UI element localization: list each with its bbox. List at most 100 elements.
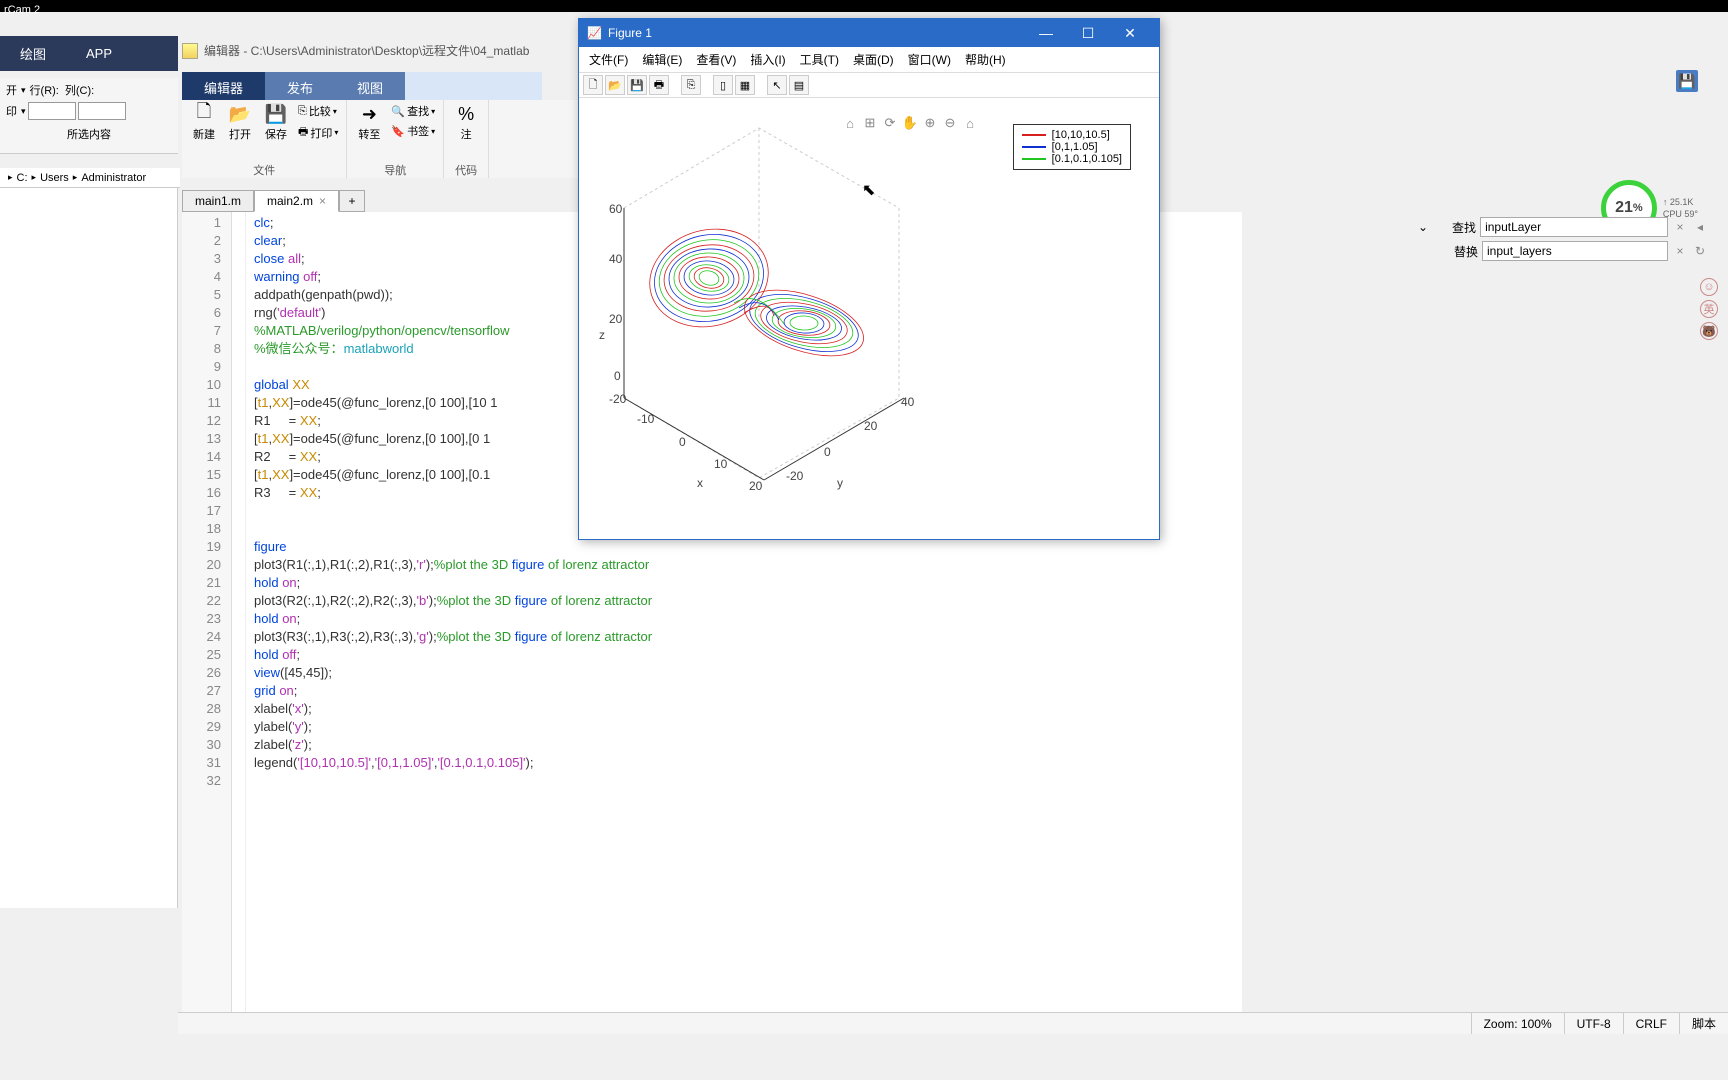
- print-figure-icon[interactable]: 🖶: [649, 75, 669, 95]
- svg-text:20: 20: [864, 419, 878, 433]
- editor-mode-tabs: 编辑器 发布 视图: [182, 72, 542, 100]
- legend-entry: [0,1,1.05]: [1022, 141, 1122, 153]
- lang-icon[interactable]: 英: [1700, 300, 1718, 318]
- new-figure-icon[interactable]: 🗋: [583, 75, 603, 95]
- print-icon: 🖶: [298, 123, 308, 142]
- group-code-label: 代码: [455, 162, 477, 178]
- ribbon-tab-app[interactable]: APP: [66, 36, 132, 71]
- status-encoding[interactable]: UTF-8: [1564, 1013, 1623, 1034]
- fold-column[interactable]: [232, 212, 246, 1012]
- ribbon-tab-plot[interactable]: 绘图: [0, 36, 66, 71]
- compare-icon: ⎘: [298, 105, 307, 118]
- etab-view[interactable]: 视图: [335, 72, 405, 100]
- figure-titlebar[interactable]: 📈 Figure 1 — ☐ ✕: [579, 19, 1159, 47]
- status-eol[interactable]: CRLF: [1623, 1013, 1679, 1034]
- figure-menu-item[interactable]: 插入(I): [744, 49, 791, 70]
- close-button[interactable]: ✕: [1109, 19, 1151, 47]
- svg-text:0: 0: [679, 435, 686, 449]
- find-label: 查找: [1432, 219, 1476, 236]
- bc-users[interactable]: Users: [40, 172, 69, 184]
- print-button[interactable]: 🖶打印▾: [296, 122, 340, 143]
- figure-menu-item[interactable]: 编辑(E): [636, 49, 688, 70]
- figure-axes[interactable]: ⌂ ⊞ ⟳ ✋ ⊕ ⊖ ⌂: [579, 98, 1159, 528]
- selection-label: 所选内容: [4, 126, 174, 142]
- insert-button[interactable]: %注: [450, 100, 482, 144]
- emoji-icon[interactable]: ☺: [1700, 278, 1718, 296]
- goto-button[interactable]: ➜转至: [353, 100, 385, 144]
- new-file-icon: 🗋: [192, 102, 216, 126]
- add-file-tab[interactable]: +: [339, 190, 365, 212]
- mouse-cursor: ⬉: [862, 180, 875, 200]
- x-axis-label: x: [697, 476, 703, 490]
- open-figure-icon[interactable]: 📂: [605, 75, 625, 95]
- chevron-down-icon[interactable]: ⌄: [1418, 220, 1428, 234]
- status-bar: Zoom: 100% UTF-8 CRLF 脚本: [178, 1012, 1728, 1034]
- find-icon: 🔍: [391, 105, 405, 118]
- figure-menu-item[interactable]: 帮助(H): [959, 49, 1012, 70]
- taskbar: [0, 0, 1728, 12]
- editor-title-bar: 编辑器 - C:\Users\Administrator\Desktop\远程文…: [182, 42, 529, 59]
- find-replace-panel: ⌄ 查找 × ◂ 替换 × ↻: [1418, 216, 1708, 264]
- figure-menu-item[interactable]: 查看(V): [690, 49, 742, 70]
- prev-match-icon[interactable]: ◂: [1692, 220, 1708, 234]
- save-figure-icon[interactable]: 💾: [627, 75, 647, 95]
- svg-text:20: 20: [749, 479, 763, 493]
- bookmark-icon: 🔖: [391, 125, 405, 138]
- save-icon: 💾: [264, 102, 288, 126]
- figure-window[interactable]: 📈 Figure 1 — ☐ ✕ 文件(F)编辑(E)查看(V)插入(I)工具(…: [578, 18, 1160, 540]
- clear-find-icon[interactable]: ×: [1672, 220, 1688, 234]
- svg-text:40: 40: [901, 395, 915, 409]
- replace-input[interactable]: [1482, 241, 1668, 261]
- legend-entry: [10,10,10.5]: [1022, 129, 1122, 141]
- open-dropdown[interactable]: 开: [4, 82, 19, 98]
- find-input[interactable]: [1480, 217, 1668, 237]
- z-axis-label: z: [599, 328, 605, 342]
- breadcrumb[interactable]: ▸ C: ▸ Users ▸ Administrator: [0, 168, 180, 188]
- figure-menu-item[interactable]: 文件(F): [583, 49, 634, 70]
- etab-editor[interactable]: 编辑器: [182, 72, 265, 100]
- data-cursor-icon[interactable]: ▤: [789, 75, 809, 95]
- bookmark-button[interactable]: 🔖书签▾: [389, 122, 437, 140]
- plot-tools-icon[interactable]: ▦: [735, 75, 755, 95]
- file-tab-main1[interactable]: main1.m: [182, 190, 254, 212]
- pointer-icon[interactable]: ↖: [767, 75, 787, 95]
- replace-action-icon[interactable]: ↻: [1692, 244, 1708, 258]
- svg-text:0: 0: [824, 445, 831, 459]
- maximize-button[interactable]: ☐: [1067, 19, 1109, 47]
- group-nav-label: 导航: [384, 162, 406, 178]
- compare-button[interactable]: ⎘比较▾: [296, 102, 340, 120]
- bc-admin[interactable]: Administrator: [81, 172, 146, 184]
- figure-menu-item[interactable]: 桌面(D): [847, 49, 900, 70]
- close-icon[interactable]: ×: [319, 194, 326, 208]
- plot-legend[interactable]: [10,10,10.5] [0,1,1.05] [0.1,0.1,0.105]: [1013, 124, 1131, 170]
- print-dropdown[interactable]: 印: [4, 103, 19, 119]
- status-zoom[interactable]: Zoom: 100%: [1471, 1013, 1564, 1034]
- svg-text:-10: -10: [637, 412, 655, 426]
- figure-menu-item[interactable]: 窗口(W): [902, 49, 957, 70]
- col-input[interactable]: [78, 102, 126, 120]
- row-label: 行(R):: [28, 82, 61, 98]
- minimize-button[interactable]: —: [1025, 19, 1067, 47]
- inspector-icon[interactable]: ▯: [713, 75, 733, 95]
- find-button[interactable]: 🔍查找▾: [389, 102, 437, 120]
- ribbon-tabs: 绘图 APP: [0, 36, 178, 71]
- figure-menu-item[interactable]: 工具(T): [794, 49, 845, 70]
- svg-text:20: 20: [609, 312, 623, 326]
- quick-save-button[interactable]: 💾: [1676, 70, 1698, 92]
- save-button[interactable]: 💾保存: [260, 100, 292, 144]
- clear-replace-icon[interactable]: ×: [1672, 244, 1688, 258]
- link-icon[interactable]: ⎘: [681, 75, 701, 95]
- bc-drive[interactable]: C:: [17, 172, 28, 184]
- open-button[interactable]: 📂打开: [224, 100, 256, 144]
- etab-publish[interactable]: 发布: [265, 72, 335, 100]
- line-gutter: 1234567891011121314151617181920212223242…: [182, 212, 232, 1012]
- editor-icon: [182, 43, 198, 59]
- editor-title-text: 编辑器 - C:\Users\Administrator\Desktop\远程文…: [204, 42, 529, 59]
- goto-icon: ➜: [357, 102, 381, 126]
- svg-text:0: 0: [614, 369, 621, 383]
- file-tab-main2[interactable]: main2.m×: [254, 190, 339, 212]
- new-button[interactable]: 🗋新建: [188, 100, 220, 144]
- row-input[interactable]: [28, 102, 76, 120]
- status-mode[interactable]: 脚本: [1679, 1013, 1728, 1034]
- bear-icon[interactable]: 🐻: [1700, 322, 1718, 340]
